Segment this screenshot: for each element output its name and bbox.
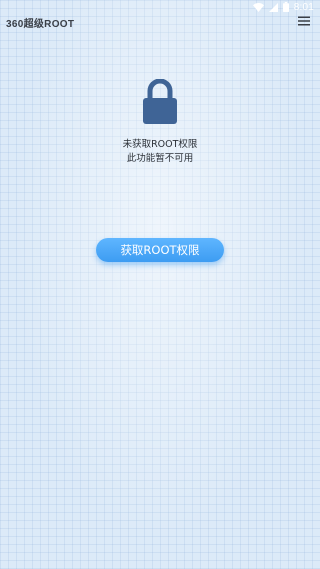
feature-unavailable-text: 此功能暂不可用 [126, 153, 194, 164]
hamburger-menu-icon[interactable] [298, 16, 310, 26]
lock-icon [142, 79, 178, 124]
signal-icon [268, 2, 278, 12]
root-status-text: 未获取ROOT权限 [122, 139, 198, 150]
status-time: 8:01 [293, 1, 314, 13]
wifi-icon [252, 2, 264, 12]
get-root-button[interactable]: 获取ROOT权限 [96, 238, 224, 262]
app-logo: 360超级ROOT [6, 19, 75, 30]
app-header: 360超级ROOT [0, 14, 320, 30]
battery-icon [282, 2, 289, 12]
app-screen: 8:01 360超级ROOT 未获取ROOT权限 此功能暂不可用 获取ROOT权… [0, 0, 320, 569]
status-bar: 8:01 [0, 0, 320, 14]
